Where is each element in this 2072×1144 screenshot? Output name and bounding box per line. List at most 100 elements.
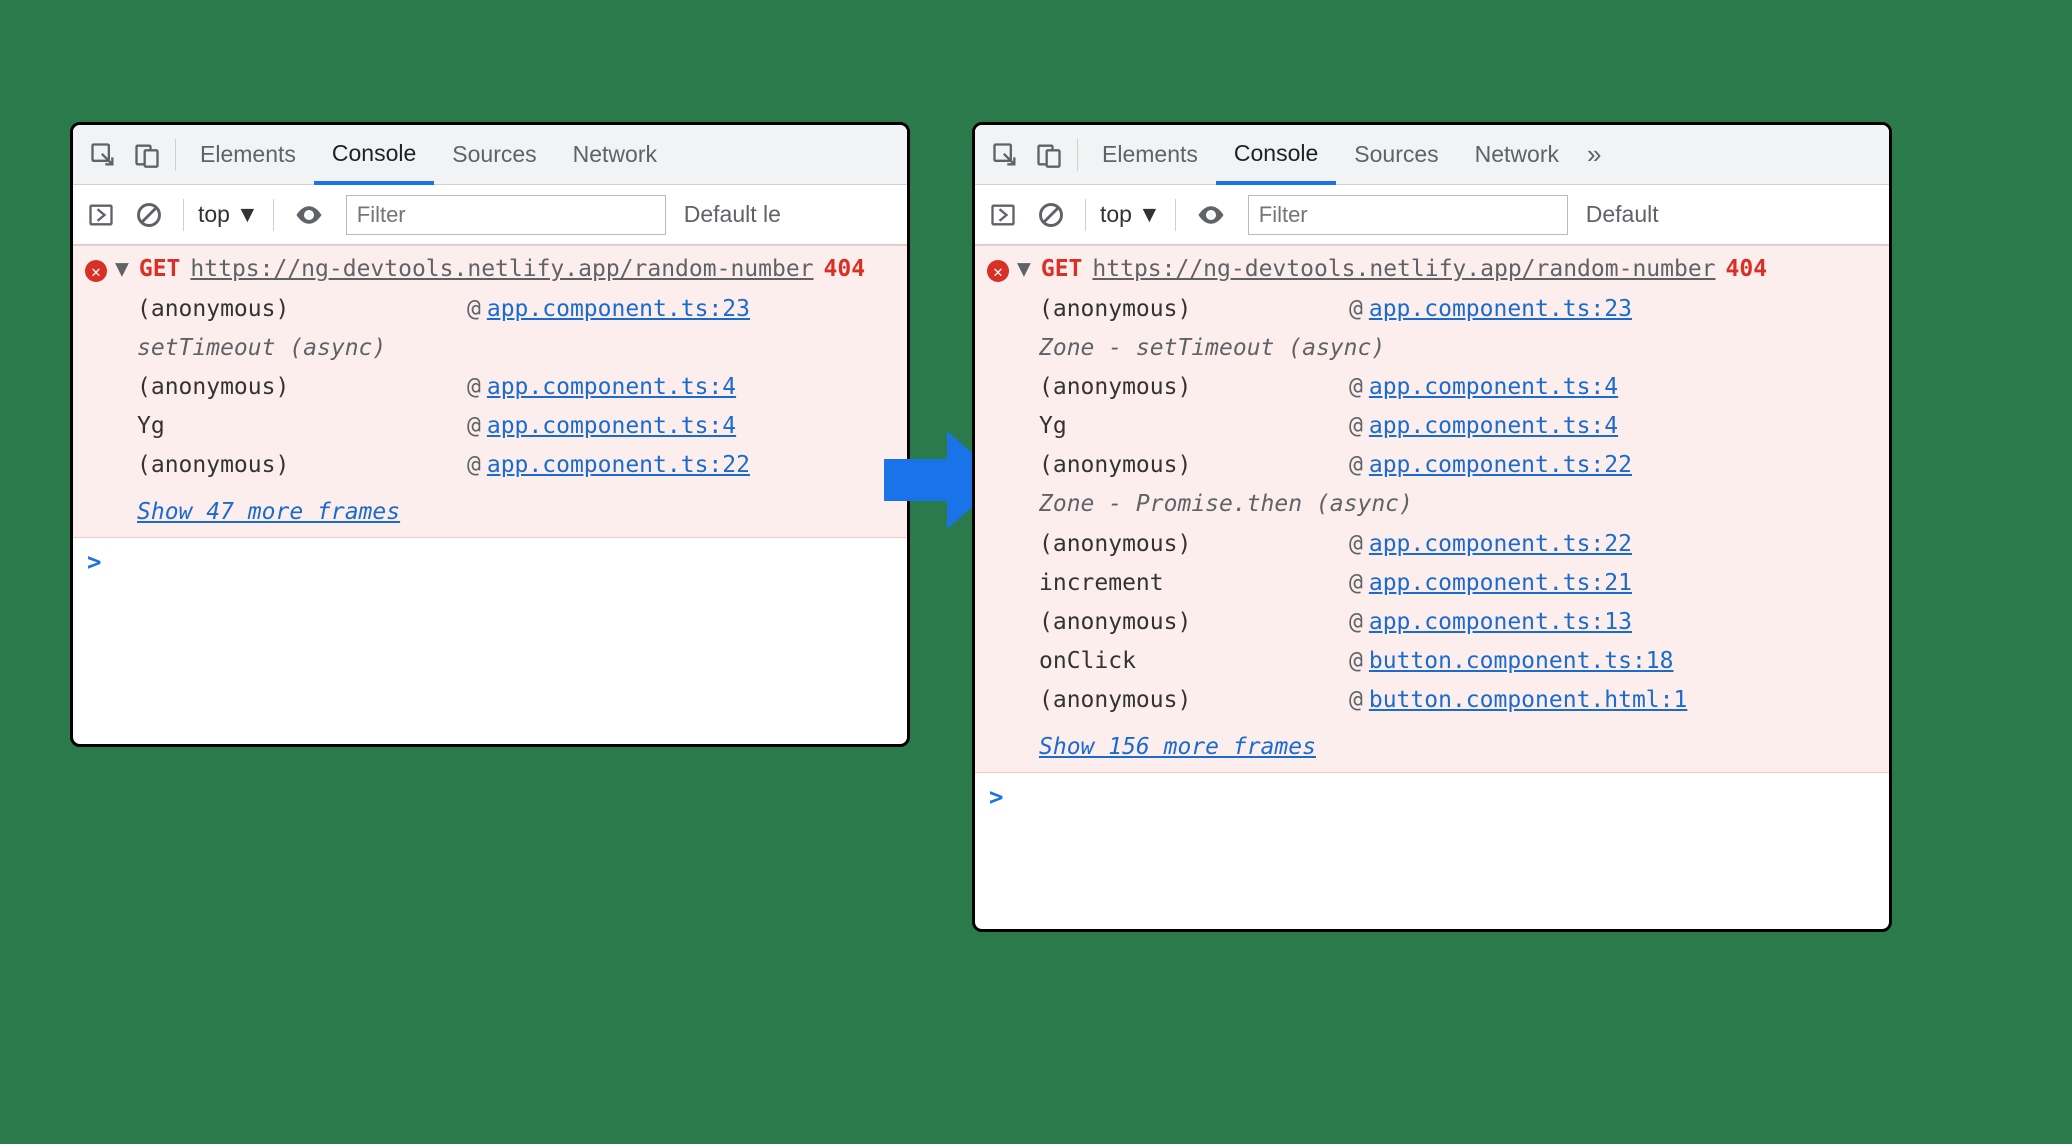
- tab-network[interactable]: Network: [555, 125, 675, 184]
- request-method: GET: [139, 256, 181, 282]
- separator: [1077, 139, 1078, 171]
- frame-source-link[interactable]: app.component.ts:21: [1369, 564, 1632, 603]
- show-more-frames[interactable]: Show 156 more frames: [1039, 734, 1316, 760]
- frame-function: onClick: [1039, 642, 1349, 681]
- frame-source-link[interactable]: app.component.ts:22: [1369, 525, 1632, 564]
- request-method: GET: [1041, 256, 1083, 282]
- tab-elements[interactable]: Elements: [1084, 125, 1216, 184]
- at-symbol: @: [467, 368, 481, 407]
- frame-function: (anonymous): [1039, 681, 1349, 720]
- chevron-down-icon: ▼: [236, 201, 259, 228]
- clear-console-icon[interactable]: [1031, 201, 1071, 229]
- tabs-bar: Elements Console Sources Network »: [975, 125, 1889, 185]
- context-label: top: [1100, 201, 1132, 228]
- frame-function: Zone - Promise.then (async): [1039, 485, 1413, 524]
- frame-source-link[interactable]: app.component.ts:22: [487, 446, 750, 485]
- tab-console[interactable]: Console: [314, 126, 434, 185]
- frame-source-link[interactable]: button.component.ts:18: [1369, 642, 1674, 681]
- frame-source-link[interactable]: app.component.ts:4: [1369, 368, 1618, 407]
- frame-source-link[interactable]: button.component.html:1: [1369, 681, 1688, 720]
- stack-frame: increment@app.component.ts:21: [1039, 564, 1877, 603]
- at-symbol: @: [467, 290, 481, 329]
- stack-frame: setTimeout (async): [137, 329, 895, 368]
- stack-frame: (anonymous)@app.component.ts:22: [1039, 446, 1877, 485]
- live-expression-icon[interactable]: [288, 200, 330, 230]
- separator: [1175, 199, 1176, 231]
- stack-frames-right: (anonymous)@app.component.ts:23Zone - se…: [1039, 290, 1877, 720]
- frame-source-link[interactable]: app.component.ts:23: [1369, 290, 1632, 329]
- chevron-down-icon: ▼: [1138, 201, 1161, 228]
- live-expression-icon[interactable]: [1190, 200, 1232, 230]
- frame-function: (anonymous): [1039, 368, 1349, 407]
- tab-sources[interactable]: Sources: [434, 125, 554, 184]
- show-more-frames[interactable]: Show 47 more frames: [137, 499, 400, 525]
- expand-triangle-icon[interactable]: ▼: [115, 256, 129, 282]
- inspect-icon[interactable]: [983, 141, 1027, 169]
- filter-input[interactable]: [346, 195, 666, 235]
- log-levels[interactable]: Default: [1586, 201, 1659, 228]
- at-symbol: @: [1349, 564, 1363, 603]
- context-selector[interactable]: top ▼: [1100, 201, 1161, 228]
- tab-sources[interactable]: Sources: [1336, 125, 1456, 184]
- inspect-icon[interactable]: [81, 141, 125, 169]
- frame-function: (anonymous): [137, 290, 467, 329]
- log-levels[interactable]: Default le: [684, 201, 781, 228]
- error-icon: ✕: [987, 260, 1009, 282]
- frame-source-link[interactable]: app.component.ts:13: [1369, 603, 1632, 642]
- context-label: top: [198, 201, 230, 228]
- console-toolbar: top ▼ Default le: [73, 185, 907, 245]
- stack-frame: (anonymous)@button.component.html:1: [1039, 681, 1877, 720]
- frame-source-link[interactable]: app.component.ts:4: [487, 407, 736, 446]
- devtools-panel-before: Elements Console Sources Network top ▼ D…: [70, 122, 910, 747]
- console-prompt[interactable]: >: [975, 773, 1889, 821]
- at-symbol: @: [1349, 603, 1363, 642]
- at-symbol: @: [1349, 681, 1363, 720]
- context-selector[interactable]: top ▼: [198, 201, 259, 228]
- error-entry: ✕ ▼ GET https://ng-devtools.netlify.app/…: [975, 245, 1889, 773]
- at-symbol: @: [1349, 368, 1363, 407]
- tab-elements[interactable]: Elements: [182, 125, 314, 184]
- separator: [183, 199, 184, 231]
- devtools-panel-after: Elements Console Sources Network » top ▼…: [972, 122, 1892, 932]
- stack-frame: (anonymous)@app.component.ts:4: [137, 368, 895, 407]
- device-toggle-icon[interactable]: [125, 141, 169, 169]
- console-prompt[interactable]: >: [73, 538, 907, 586]
- request-url[interactable]: https://ng-devtools.netlify.app/random-n…: [190, 256, 813, 282]
- stack-frame: Yg@app.component.ts:4: [1039, 407, 1877, 446]
- separator: [273, 199, 274, 231]
- stack-frame: (anonymous)@app.component.ts:13: [1039, 603, 1877, 642]
- console-output: ✕ ▼ GET https://ng-devtools.netlify.app/…: [975, 245, 1889, 821]
- frame-source-link[interactable]: app.component.ts:4: [487, 368, 736, 407]
- frame-source-link[interactable]: app.component.ts:22: [1369, 446, 1632, 485]
- console-toolbar: top ▼ Default: [975, 185, 1889, 245]
- clear-console-icon[interactable]: [129, 201, 169, 229]
- tab-network[interactable]: Network: [1457, 125, 1577, 184]
- frame-function: (anonymous): [1039, 290, 1349, 329]
- stack-frame: Yg@app.component.ts:4: [137, 407, 895, 446]
- frame-source-link[interactable]: app.component.ts:23: [487, 290, 750, 329]
- sidebar-toggle-icon[interactable]: [81, 201, 121, 229]
- at-symbol: @: [1349, 446, 1363, 485]
- filter-input[interactable]: [1248, 195, 1568, 235]
- frame-function: increment: [1039, 564, 1349, 603]
- tab-console[interactable]: Console: [1216, 126, 1336, 185]
- status-code: 404: [1726, 256, 1768, 282]
- stack-frame: (anonymous)@app.component.ts:22: [137, 446, 895, 485]
- more-tabs-icon[interactable]: »: [1577, 139, 1611, 170]
- stack-frame: (anonymous)@app.component.ts:4: [1039, 368, 1877, 407]
- stack-frame: (anonymous)@app.component.ts:23: [1039, 290, 1877, 329]
- tabs-bar: Elements Console Sources Network: [73, 125, 907, 185]
- frame-source-link[interactable]: app.component.ts:4: [1369, 407, 1618, 446]
- error-icon: ✕: [85, 260, 107, 282]
- separator: [1085, 199, 1086, 231]
- frame-function: Yg: [1039, 407, 1349, 446]
- device-toggle-icon[interactable]: [1027, 141, 1071, 169]
- at-symbol: @: [1349, 407, 1363, 446]
- frame-function: (anonymous): [137, 368, 467, 407]
- at-symbol: @: [1349, 525, 1363, 564]
- request-url[interactable]: https://ng-devtools.netlify.app/random-n…: [1092, 256, 1715, 282]
- frame-function: (anonymous): [137, 446, 467, 485]
- expand-triangle-icon[interactable]: ▼: [1017, 256, 1031, 282]
- sidebar-toggle-icon[interactable]: [983, 201, 1023, 229]
- console-output: ✕ ▼ GET https://ng-devtools.netlify.app/…: [73, 245, 907, 586]
